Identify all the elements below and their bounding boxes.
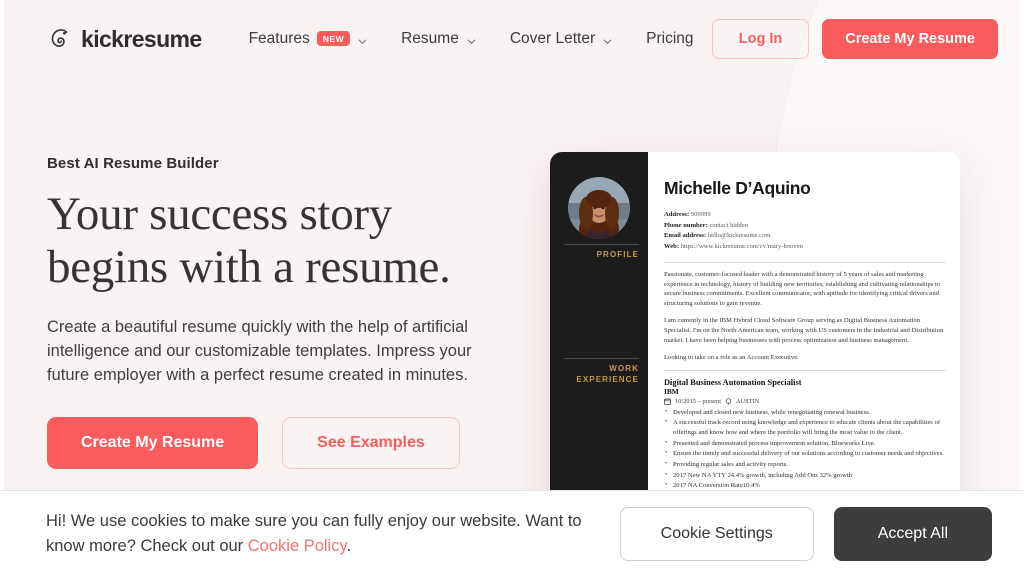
resume-job-dates: 10/2015 – present <box>675 397 722 405</box>
contact-label: Web: <box>664 243 680 251</box>
nav-item-features-label: Features <box>248 30 310 47</box>
contact-row-web: Web: https://www.kickresume.com/cv/mary-… <box>664 242 946 253</box>
work-label-line1: WORK <box>609 364 639 373</box>
list-item: A successful track-record using knowledg… <box>664 417 946 437</box>
see-examples-button[interactable]: See Examples <box>282 417 460 470</box>
hero-content: Best AI Resume Builder Your success stor… <box>47 155 507 470</box>
contact-row-address: Address: 909999 <box>664 210 946 221</box>
resume-job-meta: 10/2015 – present AUSTIN <box>664 398 946 405</box>
brand-name: kickresume <box>81 25 202 52</box>
chevron-down-icon <box>466 34 476 45</box>
list-item: Providing regular sales and activity rep… <box>664 459 946 470</box>
brand-logo[interactable]: kickresume <box>46 26 202 53</box>
resume-body: Michelle D’Aquino Address: 909999 Phone … <box>648 152 960 490</box>
hero-subcopy: Create a beautiful resume quickly with t… <box>47 318 472 385</box>
resume-sidebar: PROFILE WORK EXPERIENCE <box>550 152 648 490</box>
nav-item-cover-letter-label: Cover Letter <box>509 30 596 47</box>
divider <box>664 261 946 263</box>
chevron-down-icon <box>357 34 367 45</box>
list-item: Developed and closed new business, while… <box>664 407 946 418</box>
navbar: kickresume Features NEW Resume Cover Let… <box>4 0 1020 78</box>
site-viewport: kickresume Features NEW Resume Cover Let… <box>4 0 1020 490</box>
hero-eyebrow: Best AI Resume Builder <box>47 155 219 172</box>
hero-headline: Your success story begins with a resume. <box>47 188 507 293</box>
resume-preview-card[interactable]: PROFILE WORK EXPERIENCE Michelle D’Aquin… <box>550 152 960 490</box>
contact-label: Email address: <box>664 232 707 240</box>
contact-value: hello@kickresume.com <box>707 232 771 240</box>
hero-headline-line1: Your success story <box>47 188 392 240</box>
resume-contact-list: Address: 909999 Phone number: contact hi… <box>664 210 946 253</box>
list-item: Presented and demonstrated process impro… <box>664 438 946 449</box>
resume-candidate-name: Michelle D’Aquino <box>664 178 811 198</box>
resume-profile-paragraph-3: Looking to take on a role as an Account … <box>664 353 799 361</box>
cookie-policy-link[interactable]: Cookie Policy <box>248 537 347 555</box>
nav-item-resume[interactable]: Resume <box>384 22 493 56</box>
cookie-actions: Cookie Settings Accept All <box>619 506 992 561</box>
divider <box>564 358 639 359</box>
divider <box>564 244 639 245</box>
spiral-logo-icon <box>46 26 72 52</box>
cookie-settings-button[interactable]: Cookie Settings <box>619 506 814 561</box>
resume-job-company: IBM <box>664 386 679 396</box>
resume-job-location: AUSTIN <box>736 397 760 405</box>
calendar-icon <box>664 398 671 405</box>
login-button[interactable]: Log In <box>711 19 810 59</box>
resume-sidebar-work-block: WORK EXPERIENCE <box>550 358 648 386</box>
contact-row-phone: Phone number: contact hidden <box>664 221 946 232</box>
cookie-message: Hi! We use cookies to make sure you can … <box>46 509 606 558</box>
resume-profile-paragraph-1: Passionate, customer-focused leader with… <box>664 270 941 308</box>
accept-all-button[interactable]: Accept All <box>833 506 992 561</box>
nav-item-features[interactable]: Features NEW <box>232 22 385 56</box>
list-item: 2017 NA Conversion Rate10.4% <box>664 480 946 490</box>
hero-cta-row: Create My Resume See Examples <box>47 417 507 470</box>
contact-value: 909999 <box>690 211 711 218</box>
new-badge: NEW <box>316 30 351 46</box>
resume-job-title: Digital Business Automation Specialist <box>664 377 802 387</box>
hero-headline-line2: begins with a resume. <box>47 240 451 293</box>
list-item: Ensure the timely and successful deliver… <box>664 448 946 459</box>
nav-actions: Log In Create My Resume <box>711 19 1000 59</box>
avatar <box>568 177 630 239</box>
divider <box>664 369 946 371</box>
nav-item-cover-letter[interactable]: Cover Letter <box>493 22 629 56</box>
contact-value: https://www.kickresume.com/cv/mary-hoove… <box>680 243 803 251</box>
list-item: 2017 New NA YTY 24.4% growth, including … <box>664 470 946 481</box>
resume-section-label-work: WORK EXPERIENCE <box>550 364 648 386</box>
resume-section-label-profile: PROFILE <box>596 250 639 259</box>
page-root: kickresume Features NEW Resume Cover Let… <box>0 0 1024 576</box>
nav-links: Features NEW Resume Cover Letter Pricing <box>232 22 711 56</box>
resume-profile-paragraph-2: I am currently in the IBM Hybrid Cloud S… <box>664 317 944 345</box>
nav-create-resume-button[interactable]: Create My Resume <box>822 19 998 59</box>
work-label-line2: EXPERIENCE <box>576 374 639 384</box>
hero-create-resume-button[interactable]: Create My Resume <box>47 417 259 470</box>
nav-item-resume-label: Resume <box>401 30 459 47</box>
contact-label: Phone number: <box>664 221 708 229</box>
resume-sidebar-profile-block: PROFILE <box>550 244 648 261</box>
cookie-message-after: . <box>346 536 352 555</box>
nav-item-pricing[interactable]: Pricing <box>629 22 710 56</box>
contact-label: Address: <box>664 211 690 218</box>
contact-value: contact hidden <box>709 221 749 229</box>
location-pin-icon <box>725 398 732 405</box>
cookie-consent-banner: Hi! We use cookies to make sure you can … <box>0 490 1024 576</box>
chevron-down-icon <box>602 34 612 45</box>
resume-job-bullets: Developed and closed new business, while… <box>664 407 946 490</box>
nav-item-pricing-label: Pricing <box>646 30 694 47</box>
contact-row-email: Email address: hello@kickresume.com <box>664 231 946 242</box>
